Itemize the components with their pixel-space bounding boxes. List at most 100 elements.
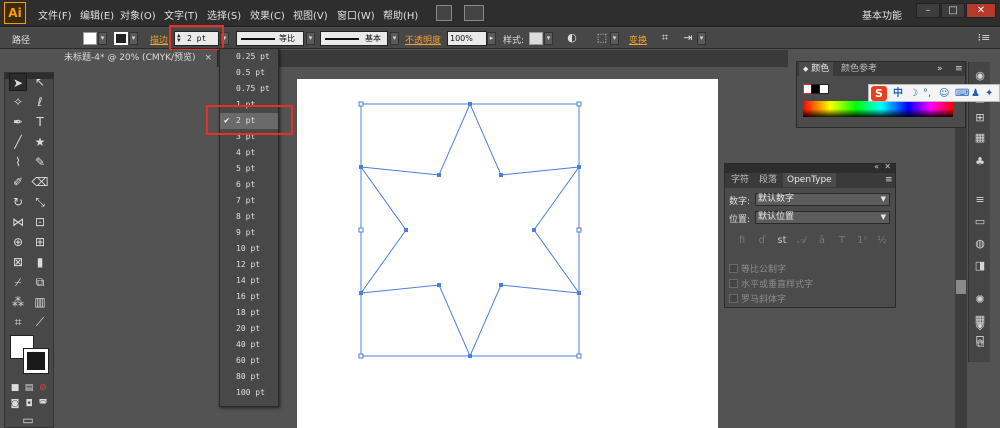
minimize-button[interactable]: – [916,3,940,18]
paintbrush-tool-icon[interactable]: ⌇ [9,153,27,171]
standard-ligatures-icon[interactable]: fi [735,234,749,248]
graphic-styles-icon[interactable]: ♣ [971,154,989,170]
menu-type[interactable]: 文字(T) [164,7,198,22]
stroke-option[interactable]: 100 pt [220,385,278,401]
artboard-tool-icon[interactable]: ⌗ [9,313,27,331]
close-window-button[interactable]: ✕ [966,3,996,18]
stroke-option[interactable]: 5 pt [220,161,278,177]
tab-color[interactable]: ◆ 颜色 [799,62,834,76]
sogou-logo[interactable]: S [871,86,887,101]
option-proportional-metrics[interactable]: 等比公制字 [729,262,786,275]
tab-color-guide[interactable]: 颜色参考 [837,62,881,76]
stroke-option[interactable]: 18 pt [220,305,278,321]
white-swatch[interactable] [819,84,829,94]
ordinals-icon[interactable]: 1ˢ [855,234,869,248]
mesh-tool-icon[interactable]: ⊠ [9,253,27,271]
gradient-tool-icon[interactable]: ▮ [31,253,49,271]
opentype-panel-header[interactable]: « ✕ [725,162,895,173]
bridge-icon[interactable] [436,5,452,21]
moon-icon[interactable]: ☽ [909,87,918,101]
stylistic-alternates-icon[interactable]: ā [815,234,829,248]
isolate-group-icon[interactable]: ⌗ [657,31,673,46]
close-tab-icon[interactable]: × [204,50,212,67]
workspace-switcher[interactable]: 基本功能 [862,7,902,22]
stroke-option[interactable]: 4 pt [220,145,278,161]
opacity-dropdown-icon[interactable]: ▸ [487,32,496,45]
position-select[interactable]: 默认位置 ▼ [755,211,890,224]
blend-tool-icon[interactable]: ⧉ [31,273,49,291]
panel-menu-dropdown-icon[interactable]: ▾ [697,32,706,45]
collapse-icon[interactable]: « [874,162,879,171]
close-panel-icon[interactable]: ✕ [884,162,891,171]
shape-builder-tool-icon[interactable]: ⊕ [9,233,27,251]
bounding-box-handles[interactable] [358,101,582,359]
pencil-tool-icon[interactable]: ✎ [31,153,49,171]
contextual-alternates-icon[interactable]: ɗ [755,234,769,248]
panel-menu-icon[interactable]: ≡ [951,62,967,76]
layers-panel-icon[interactable]: ◈ [971,318,989,334]
stroke-option[interactable]: 80 pt [220,369,278,385]
rotate-tool-icon[interactable]: ↻ [9,193,27,211]
stroke-option[interactable]: 9 pt [220,225,278,241]
six-point-star-path[interactable] [359,102,581,358]
scale-tool-icon[interactable]: ⤡ [31,193,49,211]
swash-icon[interactable]: 𝒜 [795,234,809,248]
menu-file[interactable]: 文件(F) [38,7,72,22]
star-tool-icon[interactable]: ★ [31,133,49,151]
fill-swatch[interactable] [83,32,97,45]
gradient-panel-icon[interactable]: ▭ [971,214,989,230]
punctuation-icon[interactable]: °, [923,87,931,101]
style-dropdown-icon[interactable]: ▾ [544,32,553,45]
transform-label[interactable]: 变换 [629,33,647,46]
tab-character[interactable]: 字符 [727,173,753,187]
color-spectrum[interactable] [803,101,953,117]
profile-dropdown-icon[interactable]: ▾ [306,32,315,45]
color-panel-icon[interactable]: ◉ [971,68,989,84]
document-setup-icon[interactable]: ⇥ [680,31,696,46]
menu-window[interactable]: 窗口(W) [337,7,375,22]
opacity-input[interactable]: 100% [447,31,487,46]
tools-icon[interactable]: ✦ [985,87,993,101]
brushes-panel-icon[interactable]: ⊞ [971,110,989,126]
align-dropdown-icon[interactable]: ▾ [610,32,619,45]
column-graph-tool-icon[interactable]: ▥ [31,293,49,311]
eyedropper-tool-icon[interactable]: ⌿ [9,273,27,291]
magic-wand-tool-icon[interactable]: ✧ [9,93,27,111]
direct-selection-tool-icon[interactable]: ↖ [31,73,49,91]
stroke-option[interactable]: 6 pt [220,177,278,193]
align-panel-icon[interactable]: ✺ [971,292,989,308]
opacity-label[interactable]: 不透明度 [405,33,441,46]
option-horizontal-vertical-kana[interactable]: 水平或垂直样式字 [729,277,813,290]
selection-tool-icon[interactable]: ➤ [9,73,27,91]
stroke-option[interactable]: 12 pt [220,257,278,273]
width-tool-icon[interactable]: ⋈ [9,213,27,231]
document-tab[interactable]: 未标题-4* @ 20% (CMYK/预览) × [58,50,218,67]
arrange-documents-icon[interactable] [464,5,484,21]
graphic-style-swatch[interactable] [529,32,543,45]
stroke-option[interactable]: 0.5 pt [220,65,278,81]
stroke-option[interactable]: 14 pt [220,273,278,289]
align-options-icon[interactable]: ⬚ [594,31,610,46]
variable-width-profile-select[interactable]: 等比 [236,31,304,46]
star-artwork[interactable] [297,79,718,428]
stroke-label[interactable]: 描边 [150,33,168,46]
stroke-dropdown-icon[interactable]: ▾ [129,32,138,45]
line-tool-icon[interactable]: ╱ [9,133,27,151]
slice-tool-icon[interactable]: ⟋ [31,313,49,331]
artboards-panel-icon[interactable]: ⧉ [971,336,989,352]
fractions-icon[interactable]: ½ [875,234,889,248]
titling-alternates-icon[interactable]: T [835,234,849,248]
transparency-panel-icon[interactable]: ◍ [971,236,989,252]
discretionary-ligatures-icon[interactable]: st [775,234,789,248]
brush-dropdown-icon[interactable]: ▾ [390,32,399,45]
skin-icon[interactable]: ♟ [971,87,980,101]
menu-view[interactable]: 视图(V) [293,7,328,22]
stroke-option[interactable]: 40 pt [220,337,278,353]
fill-dropdown-icon[interactable]: ▾ [98,32,107,45]
menu-select[interactable]: 选择(S) [207,7,241,22]
perspective-grid-tool-icon[interactable]: ⊞ [31,233,49,251]
scrollbar-thumb[interactable] [956,280,966,294]
symbols-panel-icon[interactable]: ▦ [971,130,989,146]
collapse-panel-icon[interactable]: » [933,62,947,76]
symbol-sprayer-tool-icon[interactable]: ⁂ [9,293,27,311]
